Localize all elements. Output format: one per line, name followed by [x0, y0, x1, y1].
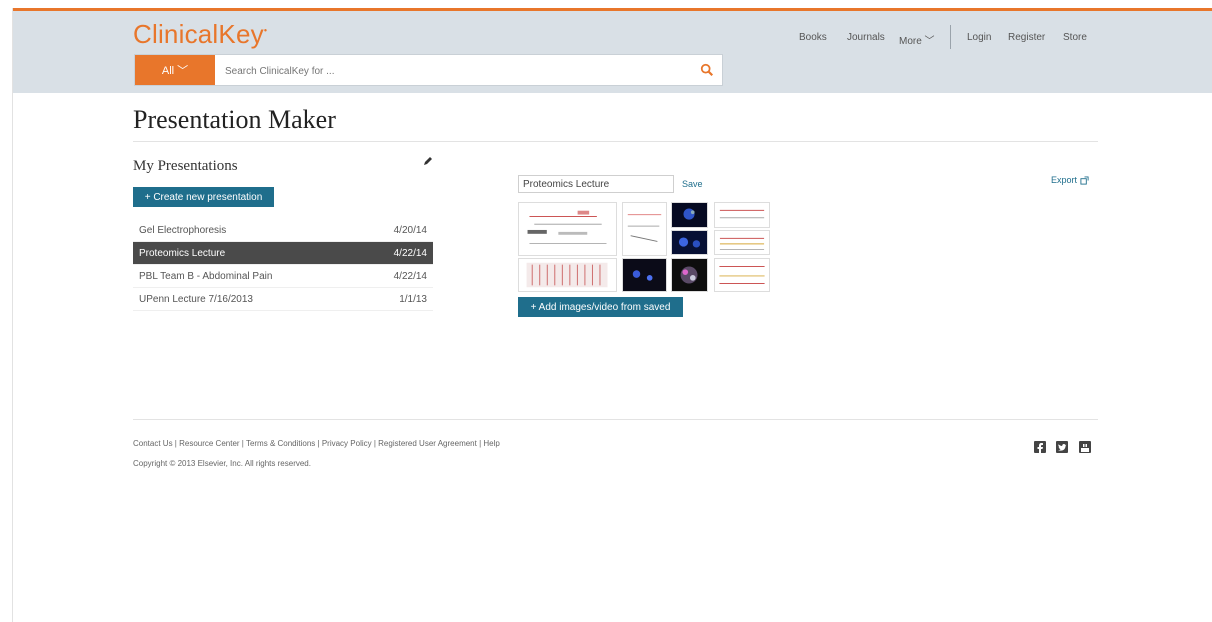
slide-thumbnail[interactable] — [622, 258, 667, 292]
nav-more[interactable]: More ﹀ — [899, 32, 935, 47]
logo-dot-mark: • — [263, 25, 268, 36]
footer-links[interactable]: Contact Us | Resource Center | Terms & C… — [133, 439, 500, 448]
nav-register[interactable]: Register — [1008, 32, 1045, 43]
export-link[interactable]: Export — [1051, 175, 1089, 185]
presentation-name: UPenn Lecture 7/16/2013 — [139, 293, 253, 305]
nav-login[interactable]: Login — [967, 32, 991, 43]
add-media-label: + Add images/video from saved — [530, 301, 671, 313]
footer-divider — [133, 419, 1098, 420]
create-presentation-label: + Create new presentation — [144, 191, 263, 203]
nav-journals[interactable]: Journals — [847, 32, 885, 43]
clinicalkey-logo[interactable]: ClinicalKey• — [133, 19, 267, 50]
presentation-date: 1/1/13 — [399, 293, 427, 305]
presentation-date: 4/22/14 — [393, 270, 427, 282]
presentation-name: Proteomics Lecture — [139, 247, 226, 259]
presentation-item[interactable]: Gel Electrophoresis 4/20/14 — [133, 219, 433, 242]
nav-store[interactable]: Store — [1063, 32, 1087, 43]
presentation-name-field[interactable] — [518, 175, 674, 193]
add-media-button[interactable]: + Add images/video from saved — [518, 297, 683, 317]
save-link[interactable]: Save — [682, 179, 703, 189]
twitter-icon[interactable] — [1056, 441, 1068, 453]
slide-thumbnail[interactable] — [671, 202, 708, 228]
presentation-list: Gel Electrophoresis 4/20/14 Proteomics L… — [133, 219, 433, 311]
presentation-date: 4/22/14 — [393, 247, 427, 259]
slide-thumbnails — [518, 202, 772, 292]
search-scope-label: All ﹀ — [161, 65, 189, 77]
site-header: ClinicalKey• All ﹀ Books Journals More ﹀… — [13, 11, 1212, 93]
app-frame: ClinicalKey• All ﹀ Books Journals More ﹀… — [12, 8, 1212, 622]
presentation-item-selected[interactable]: Proteomics Lecture 4/22/14 — [133, 242, 433, 265]
create-presentation-button[interactable]: + Create new presentation — [133, 187, 274, 207]
presentation-item[interactable]: UPenn Lecture 7/16/2013 1/1/13 — [133, 288, 433, 311]
nav-books[interactable]: Books — [799, 32, 827, 43]
presentation-name: Gel Electrophoresis — [139, 224, 227, 236]
slide-thumbnail[interactable] — [714, 258, 770, 292]
slide-thumbnail[interactable] — [714, 230, 770, 255]
copyright-text: Copyright © 2013 Elsevier, Inc. All righ… — [133, 459, 311, 468]
slide-thumbnail[interactable] — [671, 230, 708, 255]
slide-thumbnail[interactable] — [518, 258, 617, 292]
slide-thumbnail[interactable] — [622, 202, 667, 256]
slide-thumbnail[interactable] — [518, 202, 617, 256]
youtube-icon[interactable] — [1079, 441, 1091, 453]
export-label: Export — [1051, 175, 1078, 185]
search-input[interactable] — [223, 55, 697, 87]
search-bar: All ﹀ — [134, 54, 723, 87]
nav-divider — [950, 25, 951, 49]
external-link-icon — [1080, 175, 1089, 185]
search-icon[interactable] — [700, 63, 714, 77]
search-scope-dropdown[interactable]: All ﹀ — [135, 55, 215, 85]
presentation-name: PBL Team B - Abdominal Pain — [139, 270, 273, 282]
slide-thumbnail[interactable] — [671, 258, 708, 292]
my-presentations-heading: My Presentations — [133, 158, 238, 174]
pencil-icon[interactable] — [422, 155, 434, 167]
page-title: Presentation Maker — [133, 105, 336, 134]
presentation-date: 4/20/14 — [393, 224, 427, 236]
slide-thumbnail[interactable] — [714, 202, 770, 228]
title-divider — [133, 141, 1098, 142]
facebook-icon[interactable] — [1034, 441, 1046, 454]
presentation-item[interactable]: PBL Team B - Abdominal Pain 4/22/14 — [133, 265, 433, 288]
